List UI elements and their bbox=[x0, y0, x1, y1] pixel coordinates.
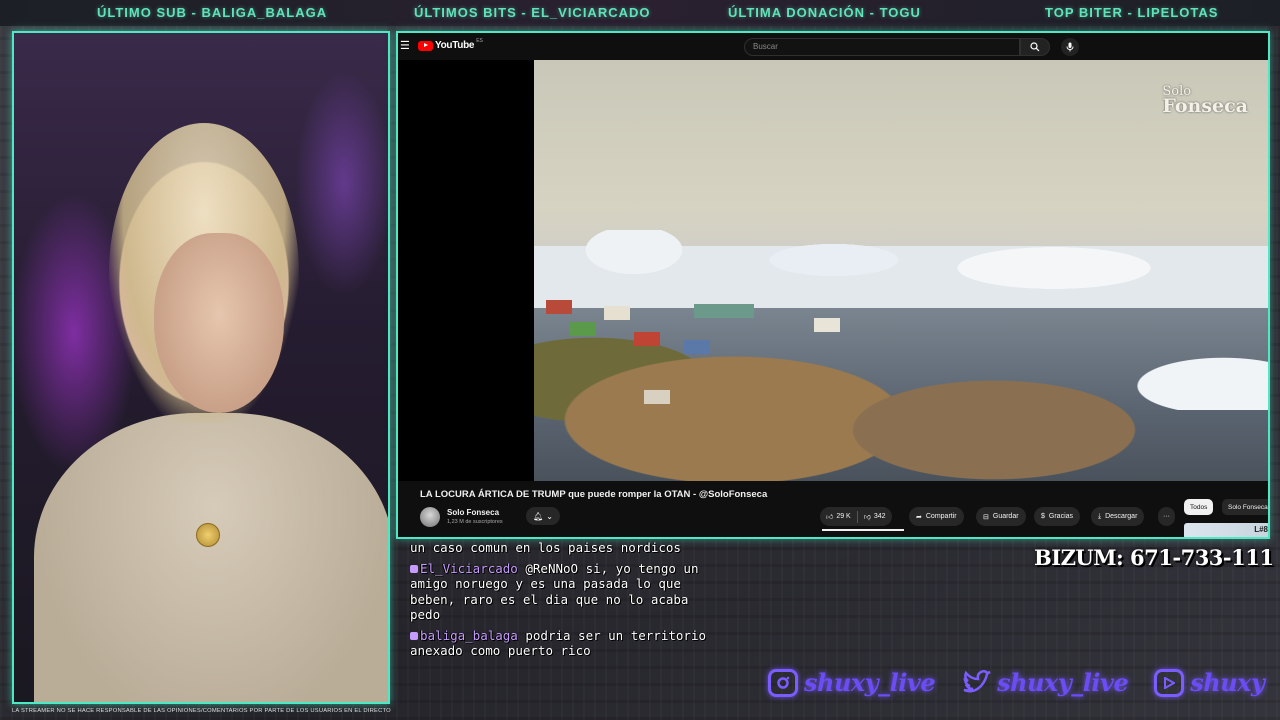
dislike-count: 342 bbox=[873, 513, 886, 520]
video-letterbox bbox=[398, 60, 534, 481]
download-label: Descargar bbox=[1105, 513, 1138, 520]
bookmark-icon: ⊟ bbox=[983, 513, 989, 521]
youtube-logo[interactable]: YouTube ES bbox=[418, 37, 483, 51]
youtube-handle: shuxy bbox=[1190, 668, 1265, 697]
video-player[interactable]: Solo Fonseca bbox=[534, 60, 1268, 481]
badge-icon bbox=[410, 564, 418, 573]
youtube-window: ☰ YouTube ES Buscar Solo Fonseca LA LOCU… bbox=[396, 31, 1270, 539]
watermark-line2: Fonseca bbox=[1162, 95, 1248, 117]
chat-message-text: un caso comun en los paises nordicos bbox=[410, 540, 681, 555]
download-button[interactable]: ⤓ Descargar bbox=[1091, 507, 1145, 526]
hamburger-menu-icon[interactable]: ☰ bbox=[400, 39, 410, 52]
channel-watermark: Solo Fonseca bbox=[1162, 85, 1248, 117]
instagram-handle: shuxy_live bbox=[804, 668, 936, 697]
streamer-face bbox=[154, 233, 284, 413]
chip-all[interactable]: Todos bbox=[1184, 499, 1214, 515]
thumbs-down-icon: 👎︎ bbox=[863, 514, 871, 521]
microphone-icon bbox=[1066, 42, 1074, 52]
thumbnail-text: L#8 bbox=[1254, 525, 1268, 534]
last-sub-label: ÚLTIMO SUB - BALIGA_BALAGA bbox=[97, 5, 328, 20]
like-button[interactable]: 👍︎ 29 K bbox=[820, 512, 857, 521]
house bbox=[644, 390, 670, 404]
thumbs-up-icon: 👍︎ bbox=[826, 514, 834, 521]
webcam-feed bbox=[12, 31, 390, 704]
badge-icon bbox=[410, 631, 418, 640]
recommended-thumbnail[interactable]: L#8 bbox=[1184, 523, 1268, 537]
house bbox=[684, 340, 710, 354]
social-links: shuxy_live shuxy_live shuxy bbox=[768, 668, 1280, 697]
house bbox=[570, 322, 596, 336]
share-button[interactable]: ➦ Compartir bbox=[909, 507, 964, 526]
social-instagram: shuxy_live bbox=[768, 668, 936, 697]
icebergs-background bbox=[534, 230, 1268, 310]
search-input[interactable]: Buscar bbox=[744, 38, 1020, 56]
save-button[interactable]: ⊟ Guardar bbox=[976, 507, 1026, 526]
stream-ticker-bar: ÚLTIMO SUB - BALIGA_BALAGA ÚLTIMOS BITS … bbox=[0, 0, 1280, 26]
youtube-header: ☰ YouTube ES Buscar bbox=[398, 33, 1268, 60]
like-dislike-group: 👍︎ 29 K 👎︎ 342 bbox=[820, 507, 892, 526]
channel-name[interactable]: Solo Fonseca bbox=[447, 508, 499, 517]
house bbox=[604, 306, 630, 320]
chevron-down-icon: ⌄ bbox=[546, 511, 553, 521]
like-count: 29 K bbox=[836, 513, 851, 520]
download-icon: ⤓ bbox=[1098, 512, 1102, 520]
social-youtube: shuxy bbox=[1154, 668, 1265, 697]
chat-overlay: un caso comun en los paises nordicos El_… bbox=[410, 540, 710, 710]
disclaimer-text: LA STREAMER NO SE HACE RESPONSABLE DE LA… bbox=[12, 708, 391, 714]
bell-icon: 🔔︎ bbox=[533, 511, 544, 521]
share-icon: ➦ bbox=[916, 513, 922, 521]
instagram-icon bbox=[768, 668, 798, 697]
iceberg bbox=[1114, 350, 1268, 410]
social-twitter: shuxy_live bbox=[961, 668, 1129, 697]
house bbox=[694, 304, 754, 318]
chip-channel[interactable]: Solo Fonseca bbox=[1222, 499, 1268, 515]
thanks-label: Gracias bbox=[1048, 513, 1074, 520]
bizum-number: BIZUM: 671-733-111 bbox=[1034, 545, 1274, 570]
last-bits-label: ÚLTIMOS BITS - EL_VICIARCADO bbox=[414, 5, 651, 20]
channel-avatar[interactable] bbox=[420, 507, 440, 527]
like-progress-bar bbox=[822, 529, 904, 531]
streamer-body bbox=[34, 413, 388, 702]
youtube-play-icon bbox=[418, 40, 433, 51]
twitter-handle: shuxy_live bbox=[997, 668, 1129, 697]
share-label: Compartir bbox=[925, 513, 957, 520]
channel-subscriber-count: 1,23 M de suscriptores bbox=[447, 519, 503, 525]
save-label: Guardar bbox=[992, 513, 1019, 520]
house bbox=[634, 332, 660, 346]
chat-message: El_Viciarcado @ReNNoO si, yo tengo un am… bbox=[410, 561, 710, 623]
youtube-country-code: ES bbox=[476, 37, 483, 44]
youtube-icon bbox=[1154, 668, 1185, 697]
search-icon bbox=[1030, 42, 1040, 52]
house bbox=[814, 318, 840, 332]
chat-username: El_Viciarcado bbox=[420, 560, 518, 576]
more-icon: ··· bbox=[1163, 513, 1170, 520]
twitter-icon bbox=[961, 669, 991, 697]
search-button[interactable] bbox=[1020, 38, 1050, 56]
youtube-logo-text: YouTube bbox=[435, 40, 475, 51]
video-title: LA LOCURA ÁRTICA DE TRUMP que puede romp… bbox=[420, 489, 768, 500]
house bbox=[546, 300, 572, 314]
thanks-icon: $ bbox=[1041, 513, 1045, 520]
subscription-bell-button[interactable]: 🔔︎ ⌄ bbox=[526, 507, 560, 525]
chat-message: baliga_balaga podria ser un territorio a… bbox=[410, 628, 710, 659]
voice-search-button[interactable] bbox=[1061, 38, 1079, 56]
chat-message: un caso comun en los paises nordicos bbox=[410, 540, 710, 556]
more-actions-button[interactable]: ··· bbox=[1158, 507, 1175, 526]
last-donation-label: ÚLTIMA DONACIÓN - TOGU bbox=[728, 5, 921, 20]
chat-username: baliga_balaga bbox=[420, 627, 518, 643]
dislike-button[interactable]: 👎︎ 342 bbox=[858, 512, 892, 521]
coastline bbox=[534, 320, 1154, 481]
pendant bbox=[196, 523, 220, 547]
top-biter-label: TOP BITER - LIPELOTAS bbox=[1045, 5, 1219, 20]
thanks-button[interactable]: $ Gracias bbox=[1034, 507, 1081, 526]
